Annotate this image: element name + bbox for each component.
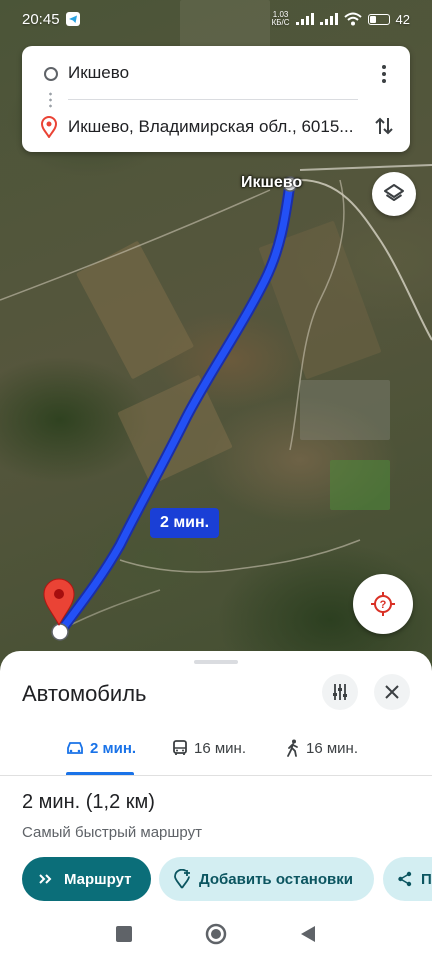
start-navigation-label: Маршрут bbox=[64, 870, 132, 888]
add-location-icon bbox=[174, 869, 190, 889]
car-icon bbox=[67, 742, 83, 754]
tab-driving[interactable]: 2 мин. bbox=[66, 734, 136, 762]
recents-button[interactable] bbox=[115, 925, 133, 948]
tab-transit-label: 16 мин. bbox=[194, 739, 246, 757]
add-stops-label: Добавить остановки bbox=[199, 870, 353, 888]
share-icon bbox=[398, 871, 412, 887]
signal-icon bbox=[295, 13, 314, 25]
battery-icon bbox=[367, 13, 390, 25]
route-card: Икшево Икшево, Владимирская обл., 6015..… bbox=[22, 46, 410, 152]
home-button[interactable] bbox=[205, 923, 227, 950]
status-time: 20:45 bbox=[22, 10, 60, 28]
directions-sheet: Автомобиль 2 мин. 16 мин. 16 мин. 2 мин.… bbox=[0, 651, 432, 960]
my-location-button[interactable]: ? bbox=[353, 574, 413, 634]
route-summary: 2 мин. (1,2 км) bbox=[22, 791, 155, 813]
sheet-title: Автомобиль bbox=[22, 681, 147, 706]
layers-button[interactable] bbox=[372, 172, 416, 216]
bus-icon bbox=[173, 740, 187, 755]
card-divider bbox=[68, 99, 358, 100]
origin-field[interactable]: Икшево bbox=[68, 63, 129, 83]
destination-pin-small-icon bbox=[40, 116, 58, 138]
close-icon bbox=[385, 685, 399, 699]
battery-level: 42 bbox=[395, 11, 410, 27]
telegram-icon bbox=[65, 12, 80, 26]
origin-dot-icon bbox=[44, 67, 58, 81]
signal-icon-2 bbox=[319, 13, 338, 25]
network-speed: 1.03 КБ/С bbox=[272, 11, 290, 27]
tabs-divider bbox=[0, 775, 432, 776]
swap-vert-icon bbox=[375, 117, 393, 135]
square-icon bbox=[116, 926, 132, 942]
triangle-back-icon bbox=[301, 926, 315, 942]
more-vert-icon bbox=[382, 65, 386, 83]
drag-handle[interactable] bbox=[194, 660, 238, 664]
share-label: П bbox=[421, 870, 432, 888]
tune-icon bbox=[333, 684, 347, 700]
status-bar: 20:45 1.03 КБ/С 42 bbox=[0, 0, 432, 38]
route-options-button[interactable] bbox=[322, 674, 358, 710]
route-line bbox=[54, 178, 296, 638]
tab-transit[interactable]: 16 мин. bbox=[172, 734, 246, 762]
start-navigation-button[interactable]: Маршрут bbox=[22, 857, 151, 901]
tab-driving-label: 2 мин. bbox=[90, 739, 137, 757]
double-chevron-icon bbox=[39, 874, 52, 884]
add-stops-button[interactable]: Добавить остановки bbox=[159, 857, 374, 901]
wifi-icon bbox=[343, 12, 362, 26]
walk-icon bbox=[287, 739, 298, 757]
route-duration-badge[interactable]: 2 мин. bbox=[150, 508, 220, 538]
share-button[interactable]: П bbox=[383, 857, 432, 901]
layers-icon bbox=[384, 184, 404, 201]
back-button[interactable] bbox=[299, 925, 317, 948]
network-speed-unit: КБ/С bbox=[271, 18, 290, 27]
dots-connector-icon bbox=[49, 91, 52, 109]
more-options-button[interactable] bbox=[372, 62, 396, 86]
svg-text:?: ? bbox=[380, 599, 387, 611]
system-nav-bar bbox=[0, 913, 432, 960]
circle-icon bbox=[205, 923, 227, 945]
swap-button[interactable] bbox=[370, 112, 398, 140]
route-subtitle: Самый быстрый маршрут bbox=[22, 824, 202, 841]
destination-field[interactable]: Икшево, Владимирская обл., 6015... bbox=[68, 117, 353, 137]
place-label: Икшево bbox=[241, 174, 303, 191]
close-button[interactable] bbox=[374, 674, 410, 710]
route-end-point bbox=[51, 623, 69, 641]
tab-walking[interactable]: 16 мин. bbox=[286, 734, 358, 762]
location-unknown-icon: ? bbox=[371, 592, 395, 616]
tab-walking-label: 16 мин. bbox=[306, 739, 358, 757]
